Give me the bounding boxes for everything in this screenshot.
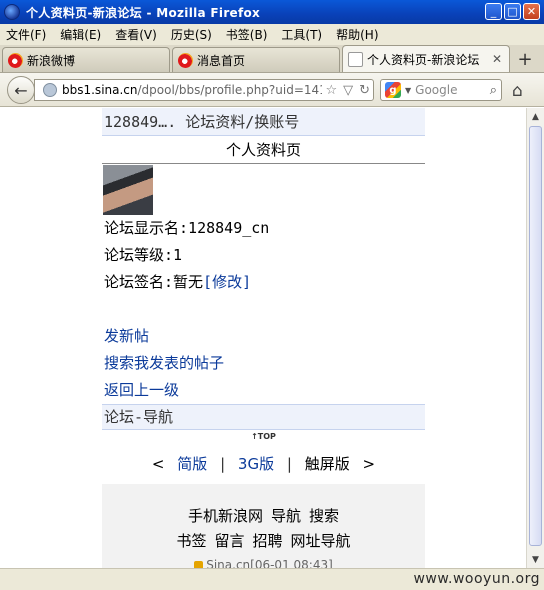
version-switcher: < 简版 | 3G版 | 触屏版 > [151, 455, 376, 473]
tab-label: 消息首页 [197, 53, 246, 68]
tab-profile[interactable]: 个人资料页-新浪论坛 ✕ [342, 45, 510, 72]
back-button[interactable]: ← [7, 76, 35, 104]
scroll-up-icon[interactable]: ▲ [527, 108, 544, 125]
simple-version-link[interactable]: 简版 [177, 455, 207, 473]
menu-help[interactable]: 帮助(H) [336, 26, 378, 43]
tab-close-icon[interactable]: ✕ [490, 52, 504, 66]
footer-link[interactable]: 书签 [176, 532, 206, 550]
copyright-text: Sina.cn[06-01 08:43] [206, 558, 333, 568]
globe-icon [43, 83, 57, 97]
nav-section-header: 论坛-导航 [102, 404, 425, 430]
url-text[interactable]: bbs1.sina.cn/dpool/bbs/profile.php?uid=1… [62, 83, 322, 97]
tab-weibo[interactable]: 新浪微博 [2, 47, 170, 72]
menu-bar: 文件(F) 编辑(E) 查看(V) 历史(S) 书签(B) 工具(T) 帮助(H… [0, 24, 544, 45]
footer-link[interactable]: 留言 [214, 532, 244, 550]
weibo-icon [178, 52, 193, 68]
signature-value: 暂无 [173, 273, 204, 291]
tab-label: 个人资料页-新浪论坛 [367, 52, 480, 67]
firefox-logo-icon [4, 4, 20, 20]
back-up-link[interactable]: 返回上一级 [102, 377, 425, 404]
tab-bar: 新浪微博 消息首页 个人资料页-新浪论坛 ✕ + [0, 45, 544, 73]
section-title: 个人资料页 [102, 136, 425, 164]
search-input[interactable]: Google [415, 83, 490, 97]
arrow-up-icon: ↑ [251, 432, 258, 441]
search-icon[interactable]: ⌕ [490, 83, 497, 98]
close-window-button[interactable]: ✕ [523, 3, 540, 20]
bookmark-star-icon[interactable]: ☆ [325, 83, 337, 98]
chevron-right-icon[interactable]: > [363, 455, 376, 473]
home-icon[interactable]: ⌂ [512, 81, 523, 101]
3g-version-link[interactable]: 3G版 [238, 455, 274, 473]
chevron-down-icon[interactable]: ▼ [405, 86, 411, 95]
menu-bookmarks[interactable]: 书签(B) [226, 26, 268, 43]
signature-row: 论坛签名:暂无[修改] [102, 269, 425, 296]
edit-signature-link[interactable]: [修改] [203, 273, 251, 291]
level-row: 论坛等级:1 [102, 242, 425, 269]
footer-link[interactable]: 导航 [271, 507, 301, 525]
touch-version-link[interactable]: 触屏版 [305, 455, 350, 473]
top-link[interactable]: ↑TOP [102, 430, 425, 444]
chevron-left-icon[interactable]: < [152, 455, 165, 473]
page-footer: 手机新浪网 导航 搜索 书签 留言 招聘 网址导航 Sina.cn[06-01 08:43… [102, 484, 425, 568]
display-name-label: 论坛显示名: [104, 219, 189, 237]
new-post-link[interactable]: 发新帖 [102, 323, 425, 350]
scrollbar-thumb[interactable] [529, 126, 542, 546]
menu-history[interactable]: 历史(S) [171, 26, 212, 43]
window-titlebar: 个人资料页-新浪论坛 - Mozilla Firefox _ □ ✕ [0, 0, 544, 24]
display-name-value: 128849_cn [188, 219, 270, 237]
menu-edit[interactable]: 编辑(E) [60, 26, 101, 43]
search-bar[interactable]: g ▼ Google ⌕ [380, 79, 502, 101]
search-my-posts-link[interactable]: 搜索我发表的帖子 [102, 350, 425, 377]
url-bar[interactable]: bbs1.sina.cn/dpool/bbs/profile.php?uid=1… [34, 79, 374, 101]
watermark: www.wooyun.org [413, 571, 540, 587]
footer-link[interactable]: 搜索 [309, 507, 339, 525]
signature-label: 论坛签名: [104, 273, 174, 291]
level-label: 论坛等级: [104, 246, 174, 264]
minimize-button[interactable]: _ [485, 3, 502, 20]
avatar [103, 165, 153, 215]
profile-page: 128849…. 论坛资料/换账号 个人资料页 论坛显示名:128849_cn … [102, 108, 425, 568]
google-icon[interactable]: g [385, 82, 401, 98]
navigation-toolbar: bbs1.sina.cn/dpool/bbs/profile.php?uid=1… [0, 73, 544, 107]
blank-page-icon [348, 51, 363, 67]
url-domain: bbs1.sina.cn [62, 83, 138, 97]
sina-logo-icon [194, 561, 204, 568]
url-path: /dpool/bbs/profile.php?uid=1414 [137, 83, 323, 97]
footer-links-row-1: 手机新浪网 导航 搜索 [102, 504, 425, 529]
page-header[interactable]: 128849…. 论坛资料/换账号 [102, 108, 425, 136]
level-value: 1 [173, 246, 183, 264]
top-label: TOP [257, 432, 276, 441]
footer-link[interactable]: 招聘 [253, 532, 283, 550]
copyright: Sina.cn[06-01 08:43] [102, 556, 425, 568]
tab-messages[interactable]: 消息首页 [172, 47, 340, 72]
dropdown-arrow-icon[interactable]: ▽ [343, 83, 353, 98]
weibo-icon [8, 52, 23, 68]
footer-link[interactable]: 手机新浪网 [188, 507, 263, 525]
new-tab-button[interactable]: + [513, 47, 537, 72]
tab-label: 新浪微博 [27, 53, 76, 68]
menu-tools[interactable]: 工具(T) [281, 26, 322, 43]
menu-view[interactable]: 查看(V) [115, 26, 157, 43]
page-viewport: 128849…. 论坛资料/换账号 个人资料页 论坛显示名:128849_cn … [0, 108, 526, 568]
menu-file[interactable]: 文件(F) [6, 26, 46, 43]
footer-link[interactable]: 网址导航 [291, 532, 351, 550]
footer-links-row-2: 书签 留言 招聘 网址导航 [102, 529, 425, 554]
reload-icon[interactable]: ↻ [359, 83, 370, 98]
scroll-down-icon[interactable]: ▼ [527, 551, 544, 568]
display-name-row: 论坛显示名:128849_cn [102, 215, 425, 242]
window-title: 个人资料页-新浪论坛 - Mozilla Firefox [26, 5, 261, 20]
vertical-scrollbar[interactable]: ▲ ▼ [526, 108, 544, 568]
maximize-button[interactable]: □ [504, 3, 521, 20]
